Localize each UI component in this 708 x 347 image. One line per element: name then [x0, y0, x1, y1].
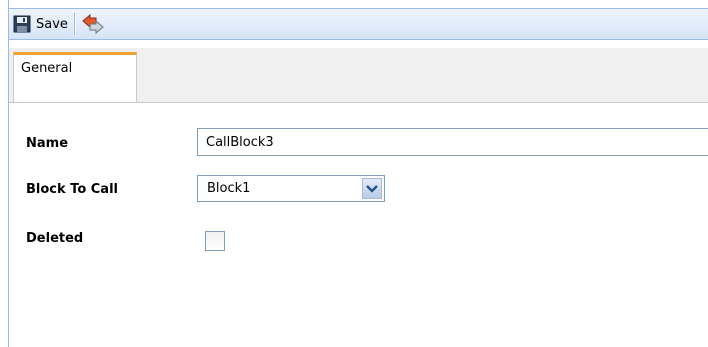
- deleted-label: Deleted: [26, 231, 84, 246]
- save-button[interactable]: Save: [9, 12, 72, 36]
- tab-strip: General: [9, 48, 708, 103]
- save-label: Save: [36, 16, 68, 32]
- block-to-call-value: Block1: [207, 181, 251, 196]
- deleted-checkbox[interactable]: [205, 231, 225, 251]
- toolbar: Save: [9, 8, 708, 40]
- name-label: Name: [26, 136, 69, 151]
- revert-button[interactable]: [77, 12, 109, 36]
- general-form: Name Block To Call Block1 Deleted: [9, 104, 708, 347]
- floppy-disk-icon: [13, 15, 31, 33]
- name-field[interactable]: [197, 128, 708, 156]
- revert-arrows-icon: [81, 13, 105, 35]
- tab-general[interactable]: General: [13, 52, 137, 102]
- editor-panel: Save General Name Block To Call Block1: [8, 0, 708, 347]
- block-to-call-label: Block To Call: [26, 182, 118, 197]
- toolbar-separator: [73, 13, 75, 35]
- block-to-call-select[interactable]: Block1: [197, 175, 385, 202]
- chevron-down-icon[interactable]: [362, 178, 382, 199]
- tab-general-label: General: [21, 61, 73, 76]
